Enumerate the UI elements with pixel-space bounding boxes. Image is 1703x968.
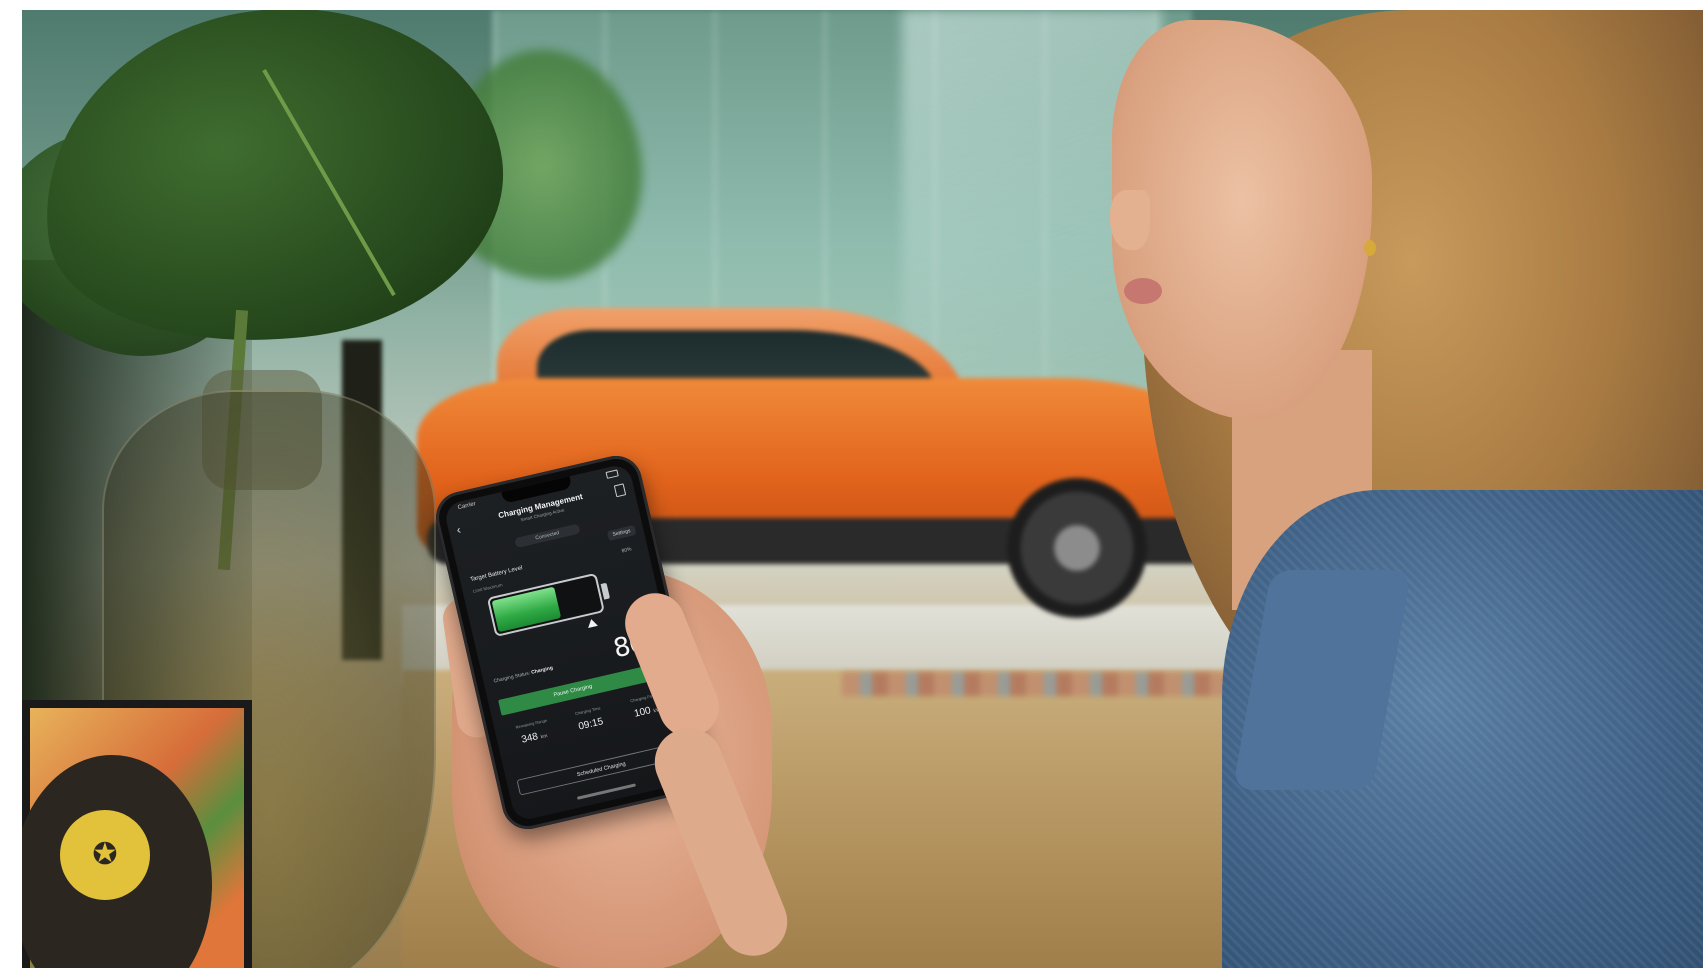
target-marker-icon[interactable] <box>586 617 598 628</box>
settings-button[interactable]: Settings <box>606 525 637 542</box>
charging-status-value: Charging <box>530 665 554 676</box>
status-carrier: Carrier <box>457 501 477 512</box>
stat-number: 100 <box>633 705 652 720</box>
stat-charging-time: Charging Time 09:15 <box>559 702 620 736</box>
target-percent-label: 80% <box>621 546 633 555</box>
status-battery-icon <box>605 469 619 479</box>
record-logo-icon: ✪ <box>92 838 118 871</box>
stat-number: 09:15 <box>577 716 605 733</box>
woman-face <box>1112 20 1372 420</box>
monstera-plant <box>22 10 642 430</box>
stat-remaining-range: Remaining Range 348 km <box>502 715 563 749</box>
stat-unit: km <box>540 732 549 741</box>
target-battery-label: Target Battery Level <box>469 565 524 584</box>
floor-rug-strip <box>842 672 1282 696</box>
woman-lips <box>1124 278 1162 304</box>
car-rear-wheel <box>1007 478 1147 618</box>
stat-number: 348 <box>520 731 540 746</box>
earring <box>1364 240 1376 256</box>
woman-nose <box>1110 190 1150 250</box>
limit-label: Limit Maximum <box>472 582 504 594</box>
battery-fill <box>491 586 562 633</box>
charging-status-label: Charging Status: <box>493 670 531 685</box>
photo-scene: ✪ Carrier ‹ Charging Management Smart Ch… <box>22 10 1703 968</box>
charging-status-row: Charging Status: Charging <box>493 665 553 684</box>
home-indicator <box>576 783 636 800</box>
battery-cap <box>600 582 611 600</box>
